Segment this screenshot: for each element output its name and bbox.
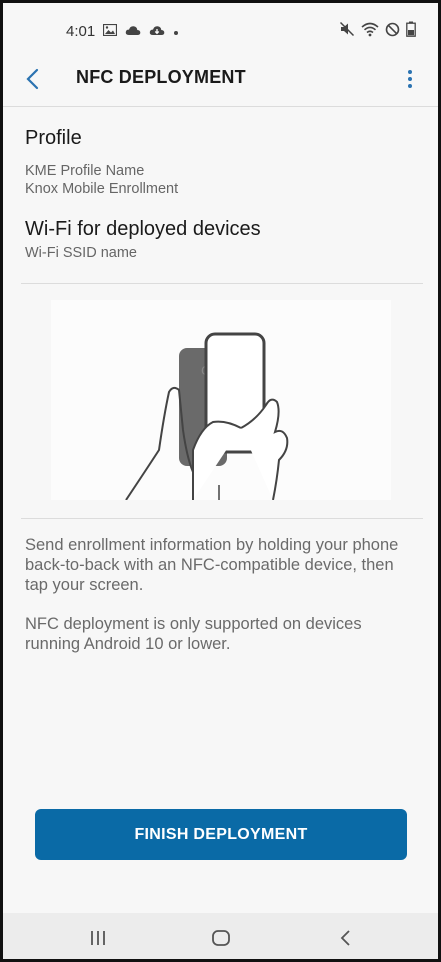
system-nav-bar — [3, 913, 438, 959]
image-icon — [103, 23, 118, 40]
cloud-icon — [125, 23, 141, 40]
hand-holding-phone-icon: C — [125, 332, 289, 501]
do-not-disturb-icon — [385, 22, 400, 41]
battery-icon — [406, 21, 416, 41]
profile-type: Knox Mobile Enrollment — [25, 181, 179, 197]
recents-icon — [91, 931, 105, 945]
phone-screen: 4:01 NFC DEPLOYMENT Profile KME Profile … — [0, 0, 441, 962]
back-icon — [340, 930, 350, 946]
profile-name: KME Profile Name — [25, 163, 145, 179]
home-icon — [212, 930, 230, 946]
home-button[interactable] — [206, 925, 236, 951]
mute-icon — [339, 21, 355, 41]
status-left: 4:01 — [66, 23, 179, 40]
wifi-icon — [361, 22, 379, 41]
profile-heading: Profile — [25, 127, 82, 149]
more-vert-icon-dot — [408, 77, 412, 81]
more-vert-icon-dot — [408, 84, 412, 88]
status-right — [339, 21, 416, 41]
status-bar: 4:01 — [3, 3, 438, 59]
section-divider — [21, 283, 423, 284]
dot-icon — [173, 23, 179, 40]
recents-button[interactable] — [83, 925, 113, 951]
nfc-illustration: C — [51, 300, 391, 501]
page-title: NFC DEPLOYMENT — [76, 67, 246, 87]
illustration-divider — [21, 518, 423, 519]
back-button[interactable] — [17, 63, 49, 95]
instruction-text: Send enrollment information by holding y… — [25, 536, 399, 594]
support-note-text: NFC deployment is only supported on devi… — [25, 615, 362, 653]
finish-deployment-button[interactable]: FINISH DEPLOYMENT — [35, 809, 407, 860]
status-time: 4:01 — [66, 22, 96, 40]
nav-back-button[interactable] — [331, 925, 361, 951]
app-bar: NFC DEPLOYMENT — [3, 53, 438, 105]
app-bar-divider — [3, 106, 438, 107]
wifi-ssid: Wi-Fi SSID name — [25, 245, 137, 261]
more-vert-icon-dot — [408, 70, 412, 74]
more-options-button[interactable] — [398, 63, 422, 95]
wifi-heading: Wi-Fi for deployed devices — [25, 218, 261, 240]
chevron-left-icon — [26, 68, 39, 90]
cloud-download-icon — [149, 23, 165, 40]
